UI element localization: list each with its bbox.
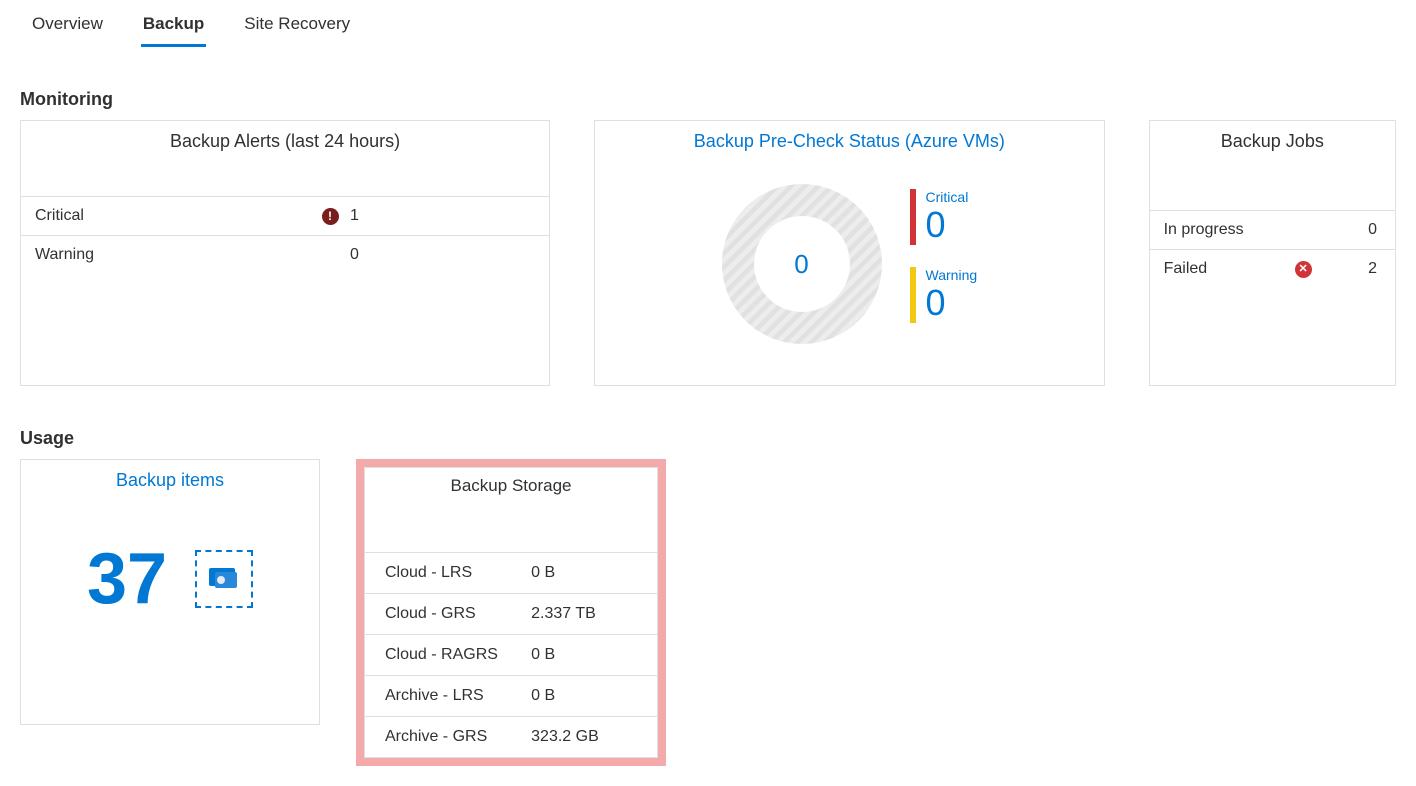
storage-row-label: Archive - LRS	[385, 687, 531, 705]
highlight-box: Backup Storage Cloud - LRS 0 B Cloud - G…	[356, 459, 666, 766]
tab-site-recovery[interactable]: Site Recovery	[242, 8, 352, 47]
card-backup-items-title[interactable]: Backup items	[21, 460, 319, 499]
card-backup-jobs-title: Backup Jobs	[1150, 121, 1395, 160]
storage-row-value: 0 B	[531, 646, 637, 664]
alerts-row-label: Warning	[35, 246, 310, 264]
jobs-row-label: Failed	[1164, 260, 1284, 278]
alerts-row-warning[interactable]: Warning 0	[21, 235, 549, 274]
storage-row[interactable]: Archive - GRS 323.2 GB	[365, 716, 657, 757]
card-backup-jobs[interactable]: Backup Jobs In progress 0 Failed ✕ 2	[1149, 120, 1396, 386]
jobs-row-inprogress[interactable]: In progress 0	[1150, 210, 1395, 249]
card-backup-alerts-title: Backup Alerts (last 24 hours)	[21, 121, 549, 160]
backup-items-icon	[195, 550, 253, 608]
card-precheck-title[interactable]: Backup Pre-Check Status (Azure VMs)	[595, 121, 1103, 160]
tab-backup[interactable]: Backup	[141, 8, 206, 47]
precheck-legend-critical[interactable]: Critical 0	[910, 189, 978, 245]
precheck-legend-value: 0	[926, 285, 978, 321]
jobs-row-failed[interactable]: Failed ✕ 2	[1150, 249, 1395, 288]
card-precheck[interactable]: Backup Pre-Check Status (Azure VMs) 0	[594, 120, 1104, 386]
monitoring-row: Backup Alerts (last 24 hours) Critical !…	[20, 120, 1396, 386]
precheck-donut: 0	[722, 184, 882, 344]
storage-row-label: Cloud - GRS	[385, 605, 531, 623]
failed-icon: ✕	[1283, 261, 1323, 278]
precheck-legend-warning[interactable]: Warning 0	[910, 267, 978, 323]
storage-row[interactable]: Archive - LRS 0 B	[365, 675, 657, 716]
usage-row: Backup items 37 Backup Storage Cloud - L…	[20, 459, 1396, 766]
precheck-donut-value: 0	[722, 184, 882, 344]
storage-row-value: 0 B	[531, 687, 637, 705]
precheck-legend-label: Warning	[926, 267, 978, 283]
card-backup-alerts[interactable]: Backup Alerts (last 24 hours) Critical !…	[20, 120, 550, 386]
alerts-row-label: Critical	[35, 207, 310, 225]
jobs-row-label: In progress	[1164, 221, 1284, 239]
tab-overview[interactable]: Overview	[30, 8, 105, 47]
alerts-row-critical[interactable]: Critical ! 1	[21, 196, 549, 235]
tab-bar: Overview Backup Site Recovery	[20, 0, 1396, 47]
section-monitoring-title: Monitoring	[20, 89, 1396, 110]
backup-items-count: 37	[87, 543, 167, 615]
card-backup-storage[interactable]: Backup Storage Cloud - LRS 0 B Cloud - G…	[364, 467, 658, 758]
storage-row[interactable]: Cloud - LRS 0 B	[365, 552, 657, 593]
storage-row-label: Cloud - LRS	[385, 564, 531, 582]
storage-row-value: 323.2 GB	[531, 728, 637, 746]
jobs-row-value: 2	[1323, 260, 1381, 278]
storage-row-label: Archive - GRS	[385, 728, 531, 746]
precheck-legend-value: 0	[926, 207, 969, 243]
alerts-row-value: 1	[350, 207, 535, 225]
critical-icon: !	[310, 208, 350, 225]
card-backup-storage-title: Backup Storage	[365, 468, 657, 502]
storage-row[interactable]: Cloud - RAGRS 0 B	[365, 634, 657, 675]
section-usage-title: Usage	[20, 428, 1396, 449]
precheck-body: 0 Critical 0 Warning 0	[595, 160, 1103, 344]
storage-row-label: Cloud - RAGRS	[385, 646, 531, 664]
warning-bar-icon	[910, 267, 916, 323]
alerts-row-value: 0	[350, 246, 535, 264]
critical-bar-icon	[910, 189, 916, 245]
precheck-legend-label: Critical	[926, 189, 969, 205]
storage-row[interactable]: Cloud - GRS 2.337 TB	[365, 593, 657, 634]
jobs-row-value: 0	[1323, 221, 1381, 239]
precheck-legend: Critical 0 Warning 0	[910, 189, 978, 339]
storage-row-value: 0 B	[531, 564, 637, 582]
storage-row-value: 2.337 TB	[531, 605, 637, 623]
card-backup-items[interactable]: Backup items 37	[20, 459, 320, 725]
